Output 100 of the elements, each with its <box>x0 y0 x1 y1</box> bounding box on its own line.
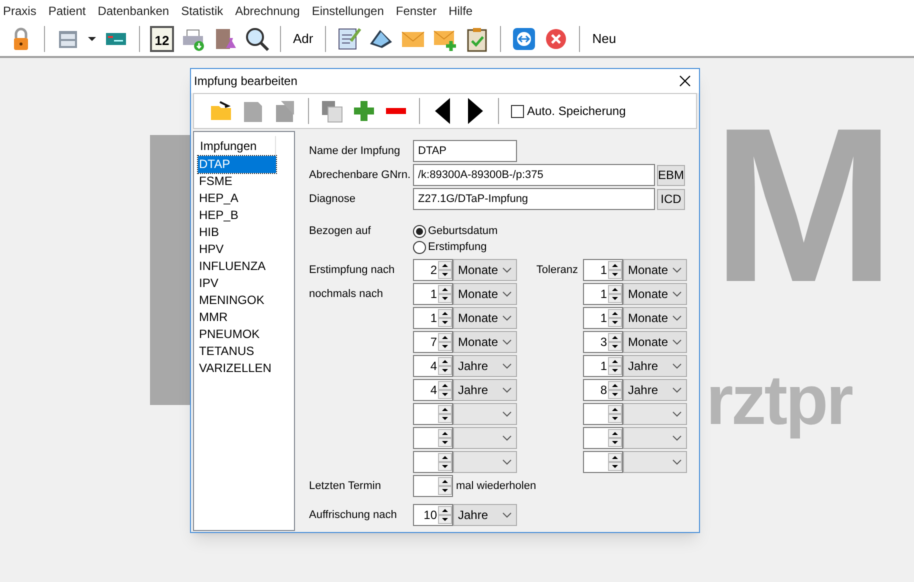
spinner-arrows-icon[interactable] <box>438 405 452 423</box>
spinner-arrows-icon[interactable] <box>608 381 622 399</box>
search-icon[interactable] <box>244 26 270 52</box>
unit-dropdown[interactable]: Monate <box>453 283 517 305</box>
radio-button[interactable] <box>413 240 426 254</box>
spinner-arrows-icon[interactable] <box>608 357 622 375</box>
spinner-arrows-icon[interactable] <box>608 405 622 423</box>
number-spinner[interactable]: 4 <box>413 355 453 377</box>
chevron-down-icon <box>672 459 682 465</box>
number-spinner[interactable]: 2 <box>413 259 453 281</box>
unit-dropdown[interactable]: Jahre <box>623 355 687 377</box>
spinner-value: 1 <box>599 288 607 300</box>
number-spinner[interactable]: 8 <box>583 379 623 401</box>
spinner-arrows-icon[interactable] <box>608 333 622 351</box>
number-spinner[interactable] <box>583 451 623 473</box>
list-item[interactable]: HEP_B <box>198 207 276 224</box>
checkbox[interactable] <box>511 104 524 118</box>
field-label: nochmals nach <box>309 286 384 302</box>
list-item[interactable]: MENINGOK <box>198 292 276 309</box>
number-spinner[interactable]: 3 <box>583 331 623 353</box>
number-spinner[interactable]: 1 <box>583 283 623 305</box>
menu-item[interactable]: Praxis <box>3 2 36 20</box>
unit-dropdown[interactable]: Monate <box>453 331 517 353</box>
menu-item[interactable]: Hilfe <box>448 2 473 20</box>
list-item[interactable]: HIB <box>198 224 276 241</box>
unit-dropdown[interactable]: Jahre <box>623 379 687 401</box>
number-spinner[interactable]: 7 <box>413 331 453 353</box>
radio-button[interactable] <box>413 224 426 238</box>
number-spinner[interactable]: 1 <box>583 307 623 329</box>
number-spinner[interactable] <box>413 403 453 425</box>
unit-dropdown[interactable]: Jahre <box>453 504 517 526</box>
unit-dropdown[interactable]: Jahre <box>453 379 517 401</box>
chevron-down-icon <box>502 363 512 369</box>
spinner-arrows-icon[interactable] <box>608 309 622 327</box>
spinner-arrows-icon[interactable] <box>438 506 452 524</box>
spinner-arrows-icon[interactable] <box>608 285 622 303</box>
menu-item[interactable]: Datenbanken <box>98 2 170 20</box>
notepad-pen-icon[interactable] <box>336 26 362 52</box>
unit-dropdown[interactable]: Monate <box>623 283 687 305</box>
spinner-arrows-icon[interactable] <box>438 453 452 471</box>
lookup-button[interactable]: EBM <box>657 164 685 186</box>
number-spinner[interactable]: 1 <box>583 355 623 377</box>
unit-dropdown[interactable]: Monate <box>623 331 687 353</box>
spinner-arrows-icon[interactable] <box>608 261 622 279</box>
number-spinner[interactable] <box>583 427 623 449</box>
menu-item[interactable]: Fenster <box>396 2 437 20</box>
chevron-down-icon <box>672 435 682 441</box>
number-spinner[interactable] <box>413 427 453 449</box>
unit-dropdown[interactable]: Monate <box>623 259 687 281</box>
calendar-icon[interactable]: 12 <box>150 26 174 52</box>
chevron-down-icon <box>502 459 512 465</box>
list-item[interactable]: MMR <box>198 309 276 326</box>
number-spinner[interactable]: 4 <box>413 379 453 401</box>
menu-item[interactable]: Abrechnung <box>235 2 300 20</box>
spinner-arrows-icon[interactable] <box>438 357 452 375</box>
list-item[interactable]: INFLUENZA <box>198 258 276 275</box>
unit-dropdown[interactable]: Jahre <box>453 355 517 377</box>
number-spinner[interactable] <box>413 451 453 473</box>
list-item[interactable]: PNEUMOK <box>198 326 276 343</box>
list-item[interactable]: DTAP <box>198 156 276 173</box>
number-spinner[interactable]: 1 <box>413 307 453 329</box>
chevron-down-icon <box>672 387 682 393</box>
spinner-arrows-icon[interactable] <box>438 261 452 279</box>
number-spinner[interactable]: 10 <box>413 504 453 526</box>
copy-icon[interactable] <box>319 98 345 124</box>
toolbar-button[interactable]: Adr <box>291 26 316 52</box>
field-label: Abrechenbare GNrn. <box>309 168 412 183</box>
text-field[interactable]: /k:89300A-89300B-/p:375 <box>413 164 655 186</box>
list-item[interactable]: HEP_A <box>198 190 276 207</box>
number-spinner[interactable] <box>413 475 453 497</box>
list-item[interactable]: FSME <box>198 173 276 190</box>
text-field[interactable]: Z27.1G/DTaP-Impfung <box>413 188 655 210</box>
unit-dropdown[interactable]: Monate <box>453 307 517 329</box>
lookup-button[interactable]: ICD <box>657 188 685 210</box>
remote-arrows-icon[interactable] <box>511 26 538 52</box>
list-item[interactable]: TETANUS <box>198 343 276 360</box>
menu-item[interactable]: Statistik <box>181 2 224 20</box>
spinner-arrows-icon[interactable] <box>438 309 452 327</box>
close-icon[interactable] <box>679 75 691 87</box>
spinner-arrows-icon[interactable] <box>438 381 452 399</box>
list-item[interactable]: HPV <box>198 241 276 258</box>
menu-item[interactable]: Patient <box>48 2 86 20</box>
spinner-value: 2 <box>429 264 437 276</box>
list-item[interactable]: VARIZELLEN <box>198 360 276 377</box>
spinner-arrows-icon[interactable] <box>438 429 452 447</box>
menu-item[interactable]: Einstellungen <box>312 2 384 20</box>
unit-dropdown[interactable]: Monate <box>623 307 687 329</box>
plus-icon[interactable] <box>351 98 377 124</box>
spinner-arrows-icon[interactable] <box>608 453 622 471</box>
number-spinner[interactable] <box>583 403 623 425</box>
toolbar-button[interactable]: Neu <box>590 26 618 52</box>
spinner-arrows-icon[interactable] <box>438 285 452 303</box>
list-item[interactable]: IPV <box>198 275 276 292</box>
spinner-arrows-icon[interactable] <box>438 333 452 351</box>
spinner-arrows-icon[interactable] <box>608 429 622 447</box>
spinner-arrows-icon[interactable] <box>438 477 452 495</box>
number-spinner[interactable]: 1 <box>413 283 453 305</box>
name-field[interactable]: DTAP <box>413 140 517 162</box>
unit-dropdown[interactable]: Monate <box>453 259 517 281</box>
number-spinner[interactable]: 1 <box>583 259 623 281</box>
